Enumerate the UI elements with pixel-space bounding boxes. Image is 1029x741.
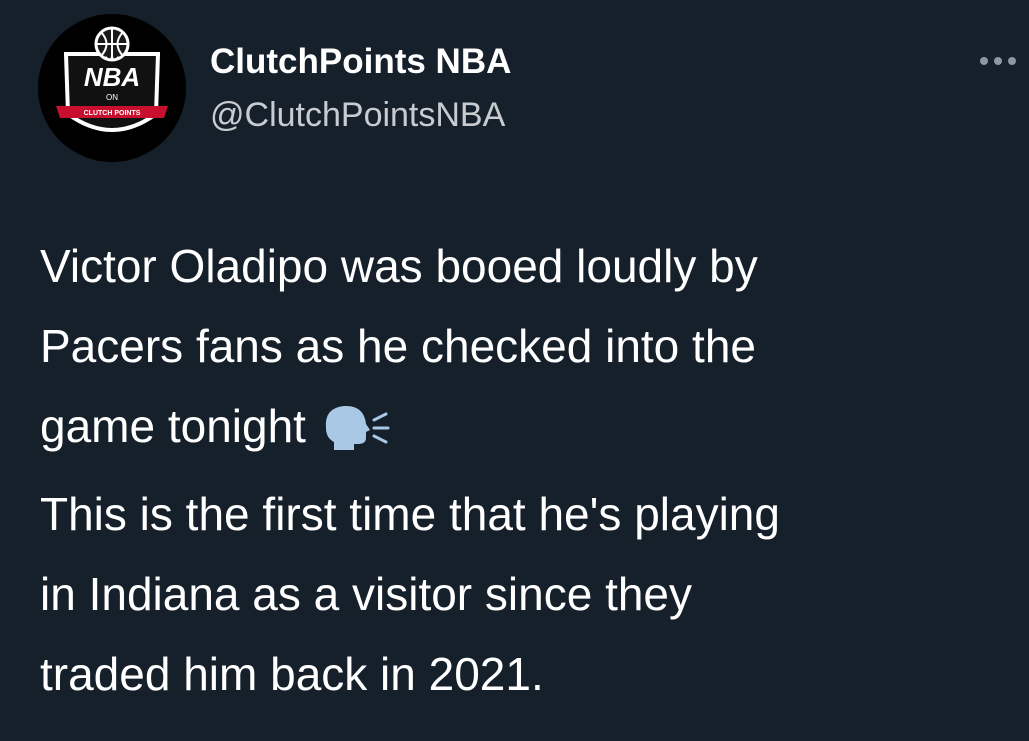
tweet-line: This is the first time that he's playing xyxy=(40,488,780,540)
logo-main-text: NBA xyxy=(84,62,140,92)
tweet-card: NBA ON CLUTCH POINTS ClutchPoints NBA @C… xyxy=(0,0,1029,741)
author-display-name[interactable]: ClutchPoints NBA xyxy=(210,42,511,82)
more-options-icon xyxy=(980,57,1016,65)
tweet-paragraph-1: Victor Oladipo was booed loudly by Pacer… xyxy=(40,226,1025,466)
tweet-line: Pacers fans as he checked into the xyxy=(40,320,756,372)
tweet-header: NBA ON CLUTCH POINTS ClutchPoints NBA @C… xyxy=(0,0,1029,190)
tweet-line: Victor Oladipo was booed loudly by xyxy=(40,240,758,292)
avatar[interactable]: NBA ON CLUTCH POINTS xyxy=(38,14,186,162)
logo-banner-text: CLUTCH POINTS xyxy=(84,110,141,117)
tweet-text: Victor Oladipo was booed loudly by Pacer… xyxy=(40,226,1025,714)
logo-small-text: ON xyxy=(106,93,118,102)
tweet-line: game tonight xyxy=(40,400,306,452)
nba-on-clutchpoints-logo-icon: NBA ON CLUTCH POINTS xyxy=(38,14,186,162)
speaking-head-icon xyxy=(320,402,392,452)
tweet-line: traded him back in 2021. xyxy=(40,648,544,700)
tweet-paragraph-2: This is the first time that he's playing… xyxy=(40,474,1025,714)
tweet-line: in Indiana as a visitor since they xyxy=(40,568,693,620)
more-options-button[interactable] xyxy=(974,46,1024,76)
author-handle[interactable]: @ClutchPointsNBA xyxy=(210,96,505,135)
